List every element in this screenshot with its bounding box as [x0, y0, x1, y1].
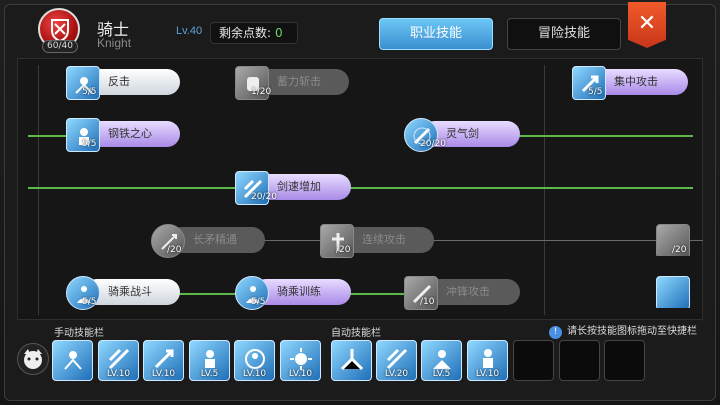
close-button[interactable]: ✕ [628, 2, 666, 48]
auto-slot[interactable]: LV.10 [467, 340, 508, 381]
skill-level: /10 [420, 297, 435, 307]
class-name-en: Knight [97, 36, 132, 50]
slot-level: LV.10 [288, 369, 313, 379]
auto-slot-empty[interactable] [559, 340, 600, 381]
slot-level: LV.10 [242, 369, 267, 379]
manual-slot[interactable]: LV.10 [98, 340, 139, 381]
auto-slot[interactable]: LV.20 [376, 340, 417, 381]
auto-slot[interactable] [331, 340, 372, 381]
manual-slot[interactable]: LV.10 [143, 340, 184, 381]
manual-slot[interactable] [52, 340, 93, 381]
auto-slot-empty[interactable] [604, 340, 645, 381]
points-value: 0 [275, 26, 283, 40]
auto-slot[interactable]: LV.5 [421, 340, 462, 381]
slot-level: LV.10 [106, 369, 131, 379]
skill-level: 5/5 [588, 87, 603, 97]
close-icon: ✕ [637, 11, 657, 36]
skill-level: 5/5 [82, 139, 97, 149]
hp-badge: 60/40 [42, 40, 78, 53]
slot-level: LV.10 [151, 369, 176, 379]
connector-line [518, 135, 693, 137]
edge-skill-icon [656, 276, 690, 308]
skill-level: /20 [672, 245, 687, 255]
tree-guide-line [544, 65, 545, 315]
slot-level: LV.5 [200, 369, 219, 379]
auto-bar-label: 自动技能栏 [331, 328, 381, 339]
manual-slot[interactable]: LV.10 [234, 340, 275, 381]
drag-hint: ! 请长按技能图标拖动至快捷栏 [549, 322, 697, 339]
skill-level: 5/5 [82, 87, 97, 97]
skill-locked-edge[interactable]: /20 [656, 224, 690, 256]
skill-level: 5/5 [82, 297, 97, 307]
skill-level: 1/20 [251, 87, 272, 97]
tab-adventure-skills[interactable]: 冒险技能 [507, 18, 621, 50]
player-level: Lv.40 [176, 25, 203, 37]
manual-slot[interactable]: LV.10 [280, 340, 321, 381]
skill-level: 20/20 [420, 139, 446, 149]
tab-class-skills[interactable]: 职业技能 [379, 18, 493, 50]
character-avatar[interactable] [17, 343, 49, 375]
hint-text: 请长按技能图标拖动至快捷栏 [567, 326, 697, 337]
info-icon: ! [549, 326, 562, 339]
skill-level: 5/5 [251, 297, 266, 307]
skill-level: 20/20 [251, 192, 277, 202]
slot-level: LV.5 [432, 369, 451, 379]
manual-bar-label: 手动技能栏 [54, 328, 104, 339]
points-label: 剩余点数: [219, 26, 272, 40]
manual-slot[interactable]: LV.5 [189, 340, 230, 381]
tree-guide-line [38, 65, 39, 315]
skill-edge[interactable] [656, 276, 690, 308]
remaining-points: 剩余点数: 0 [210, 22, 298, 44]
auto-slot-empty[interactable] [513, 340, 554, 381]
slot-level: LV.10 [475, 369, 500, 379]
skill-level: /20 [167, 245, 182, 255]
skill-level: /20 [336, 245, 351, 255]
connector-line [28, 187, 693, 189]
slot-level: LV.20 [384, 369, 409, 379]
